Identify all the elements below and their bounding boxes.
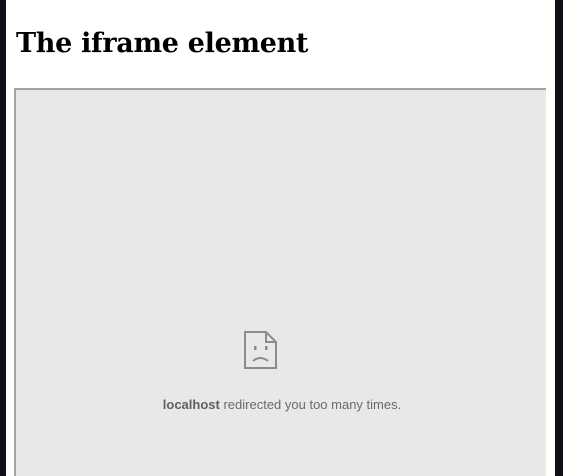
error-host: localhost — [162, 397, 220, 412]
iframe-element[interactable]: localhost redirected you too many times. — [14, 88, 546, 476]
page-title: The iframe element — [16, 28, 309, 59]
error-message: localhost redirected you too many times. — [16, 397, 548, 412]
sad-page-icon — [242, 330, 280, 370]
window-edge-left — [0, 0, 6, 476]
error-text: redirected you too many times. — [223, 397, 402, 412]
window-edge-right — [555, 0, 563, 476]
page-container: The iframe element localhost redirected … — [0, 0, 563, 476]
